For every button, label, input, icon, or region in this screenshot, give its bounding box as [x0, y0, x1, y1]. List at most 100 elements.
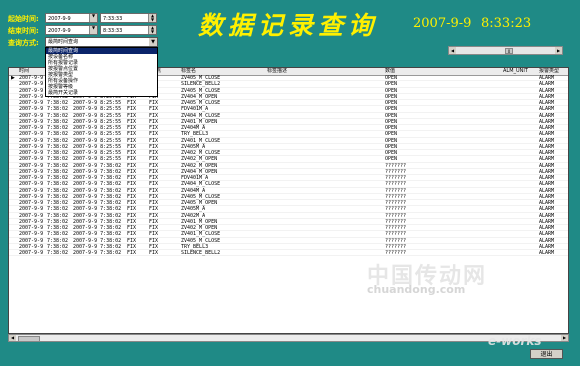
- table-cell: ALARM: [539, 150, 555, 156]
- table-cell: OPEN: [385, 75, 398, 81]
- table-cell: 2007-9-9: [19, 187, 44, 194]
- end-time-spinner-icon[interactable]: ▲ ▼: [148, 26, 156, 34]
- table-cell: ALARM: [539, 131, 555, 138]
- table-cell: FIX: [149, 106, 159, 113]
- start-time-field[interactable]: 7:33:33 ▲ ▼: [100, 13, 157, 23]
- table-cell: FIX: [149, 100, 159, 106]
- table-cell: FIX: [127, 243, 137, 250]
- table-cell: 2007-9-9: [19, 143, 44, 150]
- table-cell: ZV401_M_OPEN: [181, 218, 218, 225]
- table-cell: 2007-9-9: [19, 131, 44, 138]
- table-cell: ???????: [385, 168, 407, 175]
- table-cell: ALARM: [539, 175, 555, 181]
- start-time-spinner-icon[interactable]: ▲ ▼: [148, 14, 156, 22]
- table-cell: 7:38:02: [47, 162, 69, 169]
- query-mode-select[interactable]: 最简时间查询 ▼: [45, 37, 158, 47]
- table-cell: FIX: [149, 225, 159, 231]
- table-cell: OPEN: [385, 81, 398, 88]
- table-cell: SILENCE_BELL2: [181, 81, 221, 88]
- table-cell: 7:38:02: [47, 150, 69, 156]
- table-cell: FIX: [127, 131, 137, 138]
- table-cell: OPEN: [385, 156, 398, 163]
- scrollbar-thumb[interactable]: [18, 336, 40, 342]
- table-cell: ???????: [385, 175, 407, 181]
- header-alm-unit: ALM_UNIT: [503, 68, 528, 74]
- table-cell: 2007-9-9 7:38:02: [73, 175, 122, 181]
- table-cell: ZV405M_A: [181, 206, 206, 213]
- table-cell: 7:38:02: [47, 212, 69, 219]
- table-cell: FIX: [149, 156, 159, 163]
- table-cell: ???????: [385, 237, 407, 244]
- table-cell: FIX: [149, 187, 159, 194]
- table-cell: 7:38:02: [47, 187, 69, 194]
- table-cell: 2007-9-9 8:25:55: [73, 100, 122, 106]
- table-cell: TRY_BELL3: [181, 243, 209, 250]
- table-cell: FIX: [127, 175, 137, 181]
- table-cell: ZV405_M_CLOSE: [181, 193, 221, 200]
- table-cell: ZV405_M_CLOSE: [181, 87, 221, 94]
- table-cell: FIX: [149, 218, 159, 225]
- table-cell: ALARM: [539, 218, 555, 225]
- table-cell: 7:38:02: [47, 100, 69, 106]
- header-tag-name: 标签名: [181, 68, 197, 74]
- table-cell: ZV401_M_CLOSE: [181, 231, 221, 238]
- table-cell: 2007-9-9 7:38:02: [73, 181, 122, 188]
- record-slider[interactable]: ◀ 0 ▶: [448, 46, 563, 55]
- table-cell: 7:38:02: [47, 137, 69, 144]
- table-cell: ZV404M_A: [181, 125, 206, 131]
- arrow-left-icon[interactable]: ◀: [449, 47, 456, 54]
- table-cell: FIX: [127, 187, 137, 194]
- table-cell: 7:38:02: [47, 118, 69, 125]
- table-cell: FIX: [149, 206, 159, 213]
- table-cell: 7:38:02: [47, 106, 69, 113]
- arrow-right-icon[interactable]: ▶: [555, 47, 562, 54]
- table-cell: FIX: [149, 125, 159, 131]
- table-cell: 2007-9-9: [19, 156, 44, 163]
- table-cell: 7:38:02: [47, 131, 69, 138]
- scroll-right-icon[interactable]: ▶: [561, 335, 568, 341]
- table-cell: 7:38:02: [47, 218, 69, 225]
- table-cell: 7:38:02: [47, 200, 69, 206]
- table-cell: ALARM: [539, 250, 555, 256]
- table-cell: 2007-9-9: [19, 87, 44, 94]
- table-row[interactable]: 2007-9-9 7:38:02 2007-9-9 7:38:02 FIX FIX SIL…: [9, 250, 568, 257]
- start-time-value: 7:33:33: [103, 16, 123, 22]
- end-time-field[interactable]: 8:33:33 ▲ ▼: [100, 25, 157, 35]
- table-cell: FIX: [127, 118, 137, 125]
- table-cell: ALARM: [539, 162, 555, 169]
- table-cell: 2007-9-9: [19, 168, 44, 175]
- table-cell: OPEN: [385, 106, 398, 113]
- exit-button[interactable]: 退出: [530, 349, 563, 359]
- table-cell: SILENCE_BELL2: [181, 250, 221, 256]
- table-cell: OPEN: [385, 131, 398, 138]
- table-horizontal-scrollbar[interactable]: ◀ ▶: [8, 334, 569, 342]
- table-cell: 2007-9-9: [19, 250, 44, 256]
- table-cell: 2007-9-9: [19, 237, 44, 244]
- table-cell: 2007-9-9: [19, 125, 44, 131]
- table-cell: 2007-9-9: [19, 137, 44, 144]
- query-mode-option[interactable]: 最简开关记录: [46, 90, 157, 96]
- table-cell: FDV401M_A: [181, 175, 209, 181]
- start-date-field[interactable]: 2007-9-9 ▼: [45, 13, 98, 23]
- table-cell: 2007-9-9 8:25:55: [73, 112, 122, 119]
- table-cell: FIX: [127, 206, 137, 213]
- table-cell: FIX: [127, 125, 137, 131]
- table-cell: 2007-9-9: [19, 112, 44, 119]
- start-date-dropdown-icon[interactable]: ▼: [89, 14, 97, 22]
- watermark-site: chuandong.com: [367, 283, 466, 296]
- table-cell: ???????: [385, 225, 407, 231]
- end-date-field[interactable]: 2007-9-9 ▼: [45, 25, 98, 35]
- chevron-down-icon[interactable]: ▼: [149, 38, 157, 46]
- table-cell: OPEN: [385, 125, 398, 131]
- table-cell: ???????: [385, 206, 407, 213]
- table-cell: ZV402_M_OPEN: [181, 162, 218, 169]
- table-cell: 7:38:02: [47, 125, 69, 131]
- table-cell: 2007-9-9: [19, 206, 44, 213]
- table-cell: 2007-9-9 8:25:55: [73, 137, 122, 144]
- table-cell: ???????: [385, 181, 407, 188]
- table-cell: 2007-9-9 8:25:55: [73, 131, 122, 138]
- end-date-dropdown-icon[interactable]: ▼: [89, 26, 97, 34]
- table-cell: FIX: [127, 137, 137, 144]
- slider-thumb[interactable]: 0: [505, 48, 513, 54]
- scroll-left-icon[interactable]: ◀: [9, 335, 16, 341]
